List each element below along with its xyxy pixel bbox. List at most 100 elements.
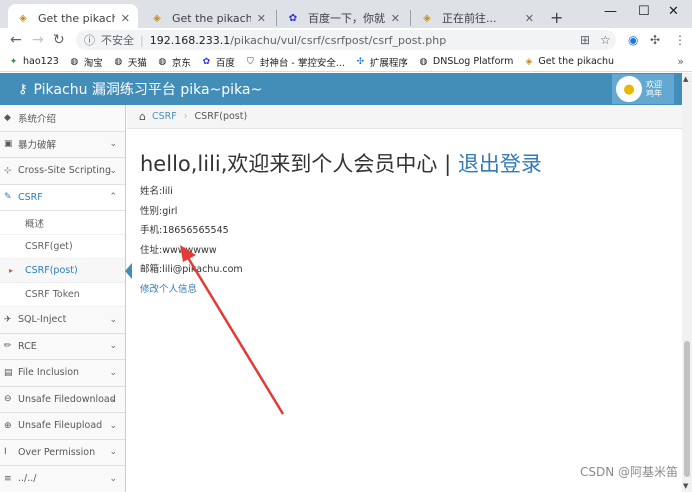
close-icon[interactable]: ✕ <box>257 12 266 25</box>
pikachu-icon: ◈ <box>423 12 431 24</box>
bookmark-dnslog[interactable]: ◍ DNSLog Platform <box>418 56 514 67</box>
breadcrumb-link-csrf[interactable]: CSRF <box>152 111 177 122</box>
maximize-button[interactable]: ☐ <box>638 4 650 19</box>
star-icon[interactable]: ☆ <box>600 33 611 47</box>
watermark: CSDN @阿基米笛 <box>579 465 678 479</box>
reload-icon[interactable]: ↻ <box>53 32 65 48</box>
sidebar-item-over-permission[interactable]: Ⅰ Over Permission ⌄ <box>0 439 125 466</box>
security-label: 不安全 <box>101 34 134 47</box>
bookmark-label: 封神台 - 掌控安全... <box>259 57 345 69</box>
edit-profile-link[interactable]: 修改个人信息 <box>140 281 197 295</box>
main-content: hello,lili,欢迎来到个人会员中心 | 退出登录 姓名:lili 性别:… <box>127 130 682 492</box>
tab-divider <box>410 10 411 26</box>
globe-icon: ◍ <box>419 56 428 67</box>
bookmark-fengshentai[interactable]: ⛉ 封神台 - 掌控安全... <box>245 55 345 69</box>
browser-toolbar: ← → ↻ ⓘ 不安全 | 192.168.233.1/pikachu/vul/… <box>0 28 692 52</box>
tag-icon: ◆ <box>4 112 11 123</box>
shield-icon: ⛉ <box>246 56 254 67</box>
sidebar-item-file-inclusion[interactable]: ▤ File Inclusion ⌄ <box>0 360 125 387</box>
close-icon[interactable]: ✕ <box>525 12 534 25</box>
edit-icon: ✎ <box>4 192 12 203</box>
sidebar-item-unsafe-filedownload[interactable]: ⊖ Unsafe Filedownload ⌄ <box>0 386 125 413</box>
sidebar: ◆ 系统介绍 ▣ 暴力破解 ⌄ ⊹ Cross-Site Scripting ⌄… <box>0 105 132 492</box>
chevron-down-icon: ⌄ <box>109 165 117 176</box>
home-icon[interactable]: ⌂ <box>139 110 146 123</box>
window-close-button[interactable]: ✕ <box>668 4 679 19</box>
chevron-down-icon: ⌄ <box>109 139 117 150</box>
address-bar[interactable]: ⓘ 不安全 | 192.168.233.1/pikachu/vul/csrf/c… <box>76 30 616 50</box>
page-scrollbar[interactable]: ▲ ▼ <box>682 73 692 492</box>
sidebar-item-label: Over Permission <box>18 446 96 458</box>
user-menu[interactable]: ● 欢迎 鸡年 <box>612 74 674 104</box>
puzzle-icon[interactable]: ✣ <box>650 33 660 47</box>
sidebar-item-bruteforce[interactable]: ▣ 暴力破解 ⌄ <box>0 131 125 158</box>
bookmark-tmall[interactable]: ◍ 天猫 <box>113 55 146 69</box>
translate-icon[interactable]: ⊞ <box>580 33 590 47</box>
field-phone: 手机:18656565545 <box>140 225 229 236</box>
app-title[interactable]: Pikachu 漏洞练习平台 pika~pika~ <box>34 79 263 99</box>
pikachu-icon: ◈ <box>19 12 27 24</box>
extension-circle-icon[interactable]: ◉ <box>628 33 638 47</box>
logout-link[interactable]: 退出登录 <box>458 152 542 176</box>
new-tab-button[interactable]: + <box>550 8 563 27</box>
bookmark-pikachu[interactable]: ◈ Get the pikachu <box>523 56 614 67</box>
baidu-icon: ✿ <box>288 12 298 24</box>
bookmark-jd[interactable]: ◍ 京东 <box>157 55 191 69</box>
close-icon[interactable]: ✕ <box>391 12 400 25</box>
chevron-right-icon[interactable]: » <box>677 55 684 68</box>
sidebar-sub-csrf-post[interactable]: CSRF(post) <box>0 259 132 283</box>
sidebar-item-sql-inject[interactable]: ✈ SQL-Inject ⌄ <box>0 307 125 334</box>
sidebar-item-csrf[interactable]: ✎ CSRF ⌃ <box>0 184 125 211</box>
sidebar-item-label: Cross-Site Scripting <box>18 165 111 177</box>
sidebar-sub-overview[interactable]: 概述 <box>0 211 125 235</box>
sidebar-item-intro[interactable]: ◆ 系统介绍 <box>0 105 125 132</box>
app-header: ⚷ Pikachu 漏洞练习平台 pika~pika~ ● 欢迎 鸡年 <box>0 73 682 105</box>
bookmark-taobao[interactable]: ◍ 淘宝 <box>69 55 102 69</box>
lock-icon: ▣ <box>4 139 13 150</box>
sidebar-item-label: CSRF <box>18 191 43 203</box>
bookmark-hao123[interactable]: ✦ hao123 <box>8 56 59 67</box>
breadcrumb-separator: › <box>183 111 188 122</box>
sidebar-item-label: RCE <box>18 340 37 352</box>
bookmark-label: 百度 <box>215 57 235 69</box>
info-icon[interactable]: ⓘ <box>84 32 95 48</box>
sidebar-item-label: ../../ <box>18 473 37 485</box>
bookmark-label: 京东 <box>171 57 191 69</box>
menu-icon[interactable]: ⋮ <box>674 33 686 47</box>
url-text: 192.168.233.1/pikachu/vul/csrf/csrfpost/… <box>150 34 446 47</box>
welcome-line: 欢迎 <box>646 80 662 89</box>
sidebar-sub-csrf-get[interactable]: CSRF(get) <box>0 235 125 259</box>
bookmark-extensions[interactable]: ✣ 扩展程序 <box>355 55 408 69</box>
bookmark-baidu[interactable]: ✿ 百度 <box>201 55 235 69</box>
tab-title: 正在前往... <box>442 12 497 25</box>
sidebar-item-label: Unsafe Filedownload <box>18 393 116 405</box>
page-title: hello,lili,欢迎来到个人会员中心 | 退出登录 <box>140 148 669 178</box>
field-name: 姓名:lili <box>140 186 173 197</box>
minimize-button[interactable]: — <box>604 4 617 19</box>
sidebar-item-xss[interactable]: ⊹ Cross-Site Scripting ⌄ <box>0 158 125 185</box>
forward-arrow-icon[interactable]: → <box>32 32 44 48</box>
scrollbar-thumb[interactable] <box>684 341 690 477</box>
back-arrow-icon[interactable]: ← <box>10 32 22 48</box>
hao123-icon: ✦ <box>9 56 18 67</box>
tab-title: 百度一下，你就知道 <box>308 12 385 25</box>
chevron-up-icon: ⌃ <box>109 192 117 203</box>
sitemap-icon: ⊹ <box>4 165 12 176</box>
sidebar-item-unsafe-fileupload[interactable]: ⊕ Unsafe Fileupload ⌄ <box>0 413 125 440</box>
sidebar-item-label: 暴力破解 <box>18 140 57 152</box>
scroll-up-arrow-icon[interactable]: ▲ <box>683 75 688 83</box>
sidebar-item-dir-traversal[interactable]: ≡ ../../ ⌄ <box>0 466 125 492</box>
globe-icon: ◍ <box>70 56 79 67</box>
baidu-icon: ✿ <box>202 56 211 67</box>
breadcrumb: ⌂ CSRF › CSRF(post) <box>127 105 682 129</box>
file-icon: ▤ <box>4 367 13 378</box>
close-icon[interactable]: ✕ <box>121 12 130 25</box>
sidebar-item-rce[interactable]: ✏ RCE ⌄ <box>0 333 125 360</box>
omnibox-divider: | <box>140 33 144 47</box>
globe-icon: ◍ <box>158 56 167 67</box>
member-info: 姓名:lili 性别:girl 手机:18656565545 住址:wwwwww… <box>140 182 669 280</box>
sidebar-sub-csrf-token[interactable]: CSRF Token <box>0 283 125 307</box>
bookmark-label: DNSLog Platform <box>432 56 514 67</box>
upload-icon: ⊕ <box>4 420 12 431</box>
scroll-down-arrow-icon[interactable]: ▼ <box>683 482 688 490</box>
